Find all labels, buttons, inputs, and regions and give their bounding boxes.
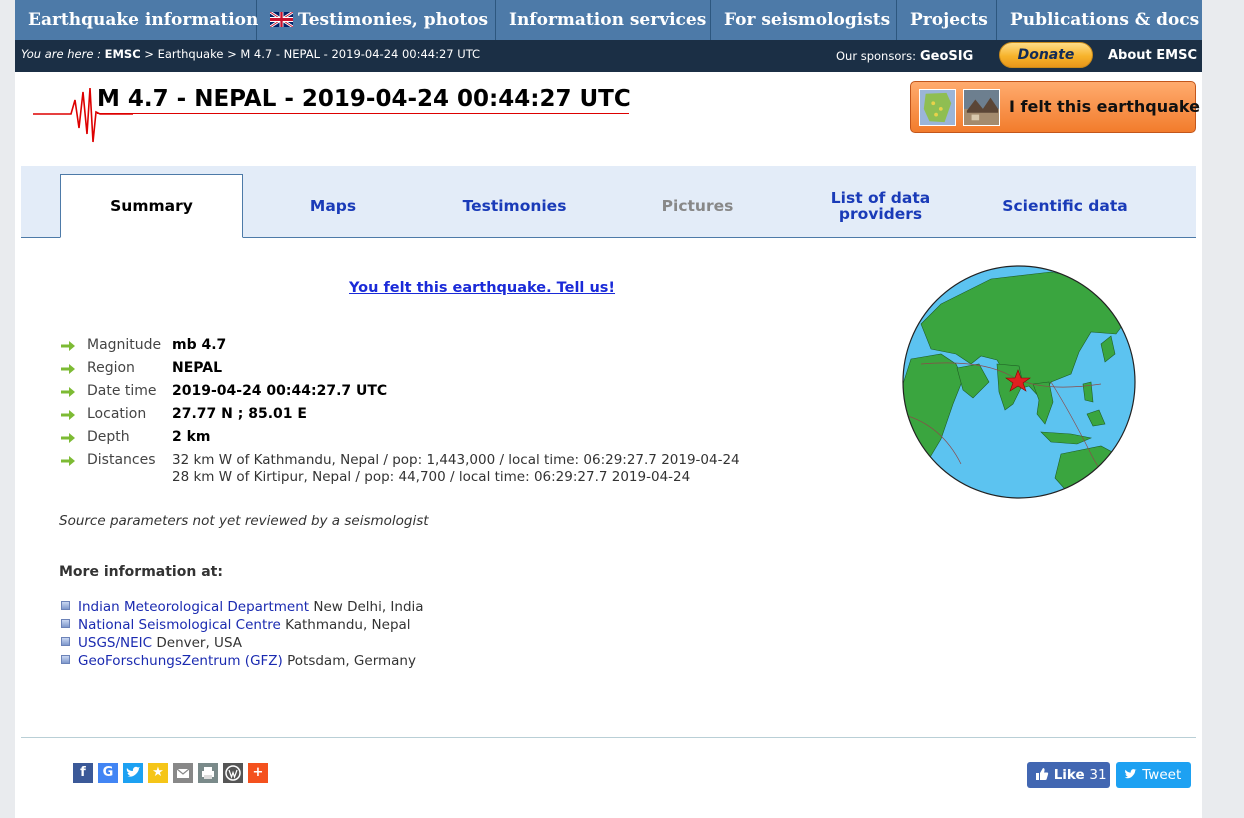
page-title: M 4.7 - NEPAL - 2019-04-24 00:44:27 UTC	[97, 86, 631, 112]
datetime-label: Date time	[87, 383, 157, 399]
tab-bar: Summary Maps Testimonies Pictures List o…	[21, 166, 1196, 238]
tweet-button[interactable]: Tweet	[1116, 762, 1191, 788]
nav-label: Information services	[509, 10, 707, 30]
nav-label: For seismologists	[724, 10, 891, 30]
title-underline	[97, 113, 629, 114]
donate-button[interactable]: Donate	[999, 42, 1093, 68]
breadcrumb: You are here : EMSC > Earthquake > M 4.7…	[21, 40, 480, 68]
thumbs-up-icon	[1036, 768, 1049, 780]
nav-projects[interactable]: Projects	[897, 0, 997, 40]
nav-for-seismologists[interactable]: For seismologists	[711, 0, 897, 40]
source-note: Source parameters not yet reviewed by a …	[59, 513, 429, 529]
list-bullet-icon	[61, 637, 70, 646]
list-bullet-icon	[61, 655, 70, 664]
like-count: 31	[1089, 767, 1107, 783]
map-thumbnail-icon	[919, 89, 956, 126]
tab-testimonies[interactable]: Testimonies	[423, 174, 606, 237]
facebook-like-button[interactable]: Like 31	[1027, 762, 1110, 788]
breadcrumb-home-link[interactable]: EMSC	[105, 47, 141, 61]
print-icon[interactable]	[198, 763, 218, 783]
page: Earthquake information Testimonies, phot…	[15, 0, 1202, 818]
felt-button-label: I felt this earthquake	[1009, 97, 1200, 116]
uk-flag-icon	[270, 12, 293, 27]
breadcrumb-prefix: You are here :	[21, 47, 101, 61]
arrow-bullet-icon	[61, 410, 75, 420]
distances-values: 32 km W of Kathmandu, Nepal / pop: 1,443…	[172, 452, 740, 486]
tab-data-providers[interactable]: List of data providers	[789, 174, 972, 237]
list-bullet-icon	[61, 619, 70, 628]
depth-label: Depth	[87, 429, 130, 445]
region-label: Region	[87, 360, 135, 376]
google-share-icon[interactable]: G	[98, 763, 118, 783]
twitter-bird-icon	[1124, 769, 1137, 779]
tab-label: List of data	[830, 188, 931, 207]
arrow-bullet-icon	[61, 387, 75, 397]
tab-summary[interactable]: Summary	[60, 174, 243, 238]
about-emsc-link[interactable]: About EMSC	[1108, 40, 1197, 72]
tell-us-link[interactable]: You felt this earthquake. Tell us!	[349, 280, 615, 296]
breadcrumb-earthquake-link[interactable]: Earthquake	[158, 47, 224, 61]
datetime-value: 2019-04-24 00:44:27.7 UTC	[172, 383, 388, 399]
twitter-share-icon[interactable]	[123, 763, 143, 783]
arrow-bullet-icon	[61, 456, 75, 466]
like-label: Like	[1053, 767, 1085, 783]
arrow-bullet-icon	[61, 433, 75, 443]
agency-location: Potsdam, Germany	[287, 653, 416, 669]
nav-label: Earthquake information	[28, 10, 259, 30]
sponsor-geosig-link[interactable]: GeoSIG	[920, 49, 973, 64]
nav-information-services[interactable]: Information services	[496, 0, 711, 40]
agency-link[interactable]: USGS/NEIC	[78, 635, 152, 651]
favorite-star-icon[interactable]: ★	[148, 763, 168, 783]
nav-label: Publications & docs	[1010, 10, 1200, 30]
agency-link[interactable]: GeoForschungsZentrum (GFZ)	[78, 653, 283, 669]
facebook-share-icon[interactable]: f	[73, 763, 93, 783]
list-bullet-icon	[61, 601, 70, 610]
agency-link[interactable]: National Seismological Centre	[78, 617, 281, 633]
magnitude-label: Magnitude	[87, 337, 162, 353]
main-nav: Earthquake information Testimonies, phot…	[15, 0, 1202, 40]
agency-location: New Delhi, India	[313, 599, 424, 615]
divider	[21, 737, 1196, 738]
depth-value: 2 km	[172, 429, 211, 445]
tab-label: providers	[838, 204, 923, 223]
more-share-icon[interactable]: +	[248, 763, 268, 783]
location-label: Location	[87, 406, 147, 422]
distances-label: Distances	[87, 452, 156, 468]
nav-label: Testimonies, photos	[298, 10, 489, 30]
magnitude-value: mb 4.7	[172, 337, 227, 353]
agency-link[interactable]: Indian Meteorological Department	[78, 599, 309, 615]
epicenter-globe-map[interactable]	[901, 264, 1137, 500]
email-share-icon[interactable]	[173, 763, 193, 783]
share-bar: f G ★ +	[73, 763, 273, 783]
breadcrumb-separator: >	[227, 47, 237, 61]
location-value: 27.77 N ; 85.01 E	[172, 406, 307, 422]
agency-location: Denver, USA	[156, 635, 242, 651]
nav-earthquake-information[interactable]: Earthquake information	[15, 0, 259, 40]
nav-publications-docs[interactable]: Publications & docs	[997, 0, 1202, 40]
breadcrumb-current: M 4.7 - NEPAL - 2019-04-24 00:44:27 UTC	[240, 47, 481, 61]
sponsors: Our sponsors: GeoSIG	[836, 40, 973, 73]
arrow-bullet-icon	[61, 341, 75, 351]
tweet-label: Tweet	[1142, 767, 1182, 783]
nav-testimonies-photos[interactable]: Testimonies, photos	[257, 0, 496, 40]
tab-pictures: Pictures	[661, 196, 734, 215]
distance-line: 28 km W of Kirtipur, Nepal / pop: 44,700…	[172, 469, 691, 485]
arrow-bullet-icon	[61, 364, 75, 374]
tab-scientific-data[interactable]: Scientific data	[972, 174, 1158, 237]
distance-line: 32 km W of Kathmandu, Nepal / pop: 1,443…	[172, 452, 740, 468]
wordpress-share-icon[interactable]	[223, 763, 243, 783]
damage-photo-icon	[963, 89, 1000, 126]
more-info-title: More information at:	[59, 564, 223, 580]
breadcrumb-separator: >	[144, 47, 154, 61]
breadcrumb-bar: You are here : EMSC > Earthquake > M 4.7…	[15, 40, 1202, 72]
nav-label: Projects	[910, 10, 988, 30]
sponsors-label: Our sponsors:	[836, 49, 916, 63]
felt-earthquake-button[interactable]: I felt this earthquake	[910, 81, 1200, 133]
tab-maps[interactable]: Maps	[243, 174, 423, 237]
agency-location: Kathmandu, Nepal	[285, 617, 411, 633]
region-value: NEPAL	[172, 360, 223, 376]
